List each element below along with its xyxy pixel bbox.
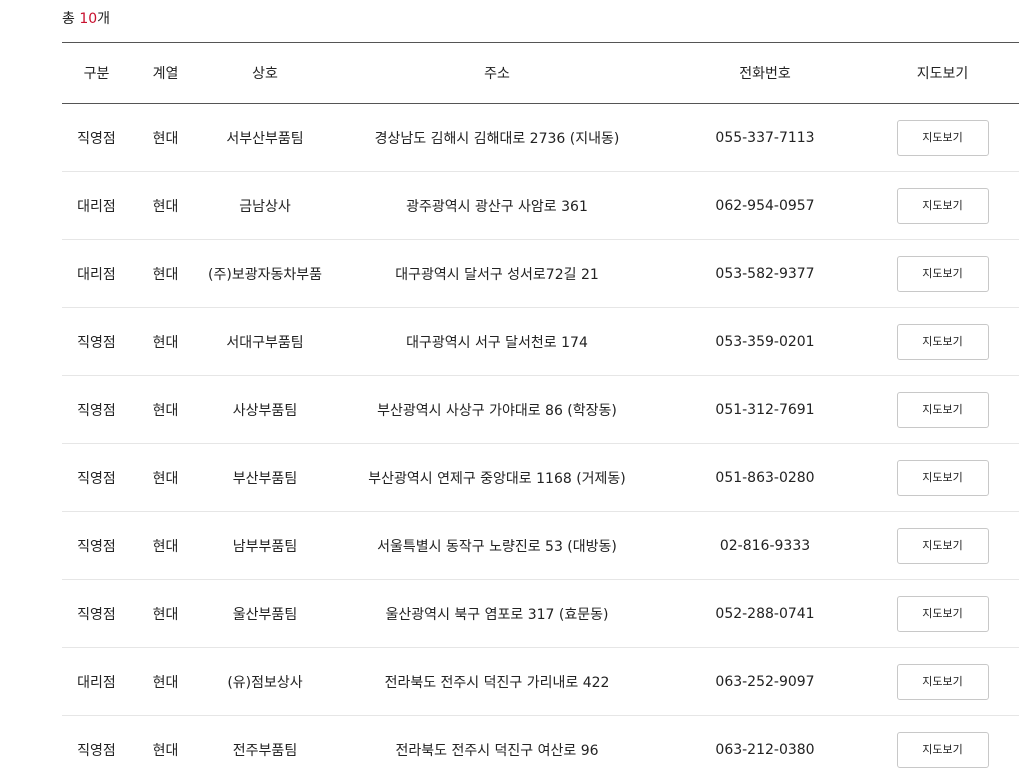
cell-phone: 053-582-9377 — [664, 239, 866, 308]
table-row: 대리점 현대 (주)보광자동차부품 대구광역시 달서구 성서로72길 21 053-58… — [62, 239, 1019, 308]
cell-name: 울산부품팀 — [200, 579, 330, 648]
cell-type: 직영점 — [62, 715, 131, 783]
header-address: 주소 — [330, 42, 664, 104]
result-count: 총 10개 — [62, 9, 110, 29]
table-row: 직영점 현대 사상부품팀 부산광역시 사상구 가야대로 86 (학장동) 051-312… — [62, 375, 1019, 444]
cell-address: 서울특별시 동작구 노량진로 53 (대방동) — [330, 511, 664, 580]
cell-phone: 051-312-7691 — [664, 375, 866, 444]
cell-map: 지도보기 — [866, 715, 1019, 783]
cell-type: 직영점 — [62, 443, 131, 512]
table-row: 직영점 현대 울산부품팀 울산광역시 북구 염포로 317 (효문동) 052-288-… — [62, 579, 1019, 648]
view-map-button[interactable]: 지도보기 — [896, 391, 989, 428]
cell-brand: 현대 — [131, 375, 200, 444]
header-brand: 계열 — [131, 42, 200, 104]
table-row: 직영점 현대 서부산부품팀 경상남도 김해시 김해대로 2736 (지내동) 055-3… — [62, 103, 1019, 172]
table-row: 대리점 현대 (유)점보상사 전라북도 전주시 덕진구 가리내로 422 063-252… — [62, 647, 1019, 716]
cell-brand: 현대 — [131, 307, 200, 376]
cell-phone: 051-863-0280 — [664, 443, 866, 512]
view-map-button[interactable]: 지도보기 — [896, 187, 989, 224]
cell-phone: 052-288-0741 — [664, 579, 866, 648]
cell-type: 직영점 — [62, 511, 131, 580]
view-map-button[interactable]: 지도보기 — [896, 527, 989, 564]
cell-type: 직영점 — [62, 579, 131, 648]
table-body: 직영점 현대 서부산부품팀 경상남도 김해시 김해대로 2736 (지내동) 055-3… — [62, 103, 1019, 783]
cell-map: 지도보기 — [866, 307, 1019, 376]
cell-map: 지도보기 — [866, 375, 1019, 444]
header-map: 지도보기 — [866, 42, 1019, 104]
view-map-button[interactable]: 지도보기 — [896, 731, 989, 768]
view-map-button[interactable]: 지도보기 — [896, 459, 989, 496]
cell-name: 전주부품팀 — [200, 715, 330, 783]
table-row: 대리점 현대 금남상사 광주광역시 광산구 사암로 361 062-954-0957 지도… — [62, 171, 1019, 240]
cell-map: 지도보기 — [866, 171, 1019, 240]
cell-address: 대구광역시 달서구 성서로72길 21 — [330, 239, 664, 308]
cell-brand: 현대 — [131, 443, 200, 512]
cell-phone: 063-212-0380 — [664, 715, 866, 783]
cell-brand: 현대 — [131, 579, 200, 648]
table-header-row: 구분 계열 상호 주소 전화번호 지도보기 — [62, 42, 1019, 104]
cell-name: 서부산부품팀 — [200, 103, 330, 172]
cell-address: 부산광역시 사상구 가야대로 86 (학장동) — [330, 375, 664, 444]
table-row: 직영점 현대 남부부품팀 서울특별시 동작구 노량진로 53 (대방동) 02-816-… — [62, 511, 1019, 580]
dealer-table-container: 구분 계열 상호 주소 전화번호 지도보기 직영점 현대 서부산부품팀 경상남도 김해… — [62, 42, 1019, 783]
cell-phone: 02-816-9333 — [664, 511, 866, 580]
cell-type: 대리점 — [62, 171, 131, 240]
cell-brand: 현대 — [131, 103, 200, 172]
cell-brand: 현대 — [131, 171, 200, 240]
cell-address: 전라북도 전주시 덕진구 가리내로 422 — [330, 647, 664, 716]
cell-map: 지도보기 — [866, 647, 1019, 716]
cell-address: 경상남도 김해시 김해대로 2736 (지내동) — [330, 103, 664, 172]
cell-type: 직영점 — [62, 375, 131, 444]
cell-name: (유)점보상사 — [200, 647, 330, 716]
header-type: 구분 — [62, 42, 131, 104]
cell-brand: 현대 — [131, 239, 200, 308]
table-row: 직영점 현대 부산부품팀 부산광역시 연제구 중앙대로 1168 (거제동) 051-8… — [62, 443, 1019, 512]
cell-map: 지도보기 — [866, 103, 1019, 172]
cell-phone: 063-252-9097 — [664, 647, 866, 716]
cell-name: (주)보광자동차부품 — [200, 239, 330, 308]
view-map-button[interactable]: 지도보기 — [896, 255, 989, 292]
header-phone: 전화번호 — [664, 42, 866, 104]
cell-brand: 현대 — [131, 647, 200, 716]
cell-address: 전라북도 전주시 덕진구 여산로 96 — [330, 715, 664, 783]
cell-address: 울산광역시 북구 염포로 317 (효문동) — [330, 579, 664, 648]
view-map-button[interactable]: 지도보기 — [896, 119, 989, 156]
cell-address: 광주광역시 광산구 사암로 361 — [330, 171, 664, 240]
cell-type: 대리점 — [62, 239, 131, 308]
header-name: 상호 — [200, 42, 330, 104]
cell-address: 대구광역시 서구 달서천로 174 — [330, 307, 664, 376]
table-header: 구분 계열 상호 주소 전화번호 지도보기 — [62, 42, 1019, 104]
view-map-button[interactable]: 지도보기 — [896, 663, 989, 700]
view-map-button[interactable]: 지도보기 — [896, 595, 989, 632]
cell-type: 직영점 — [62, 307, 131, 376]
cell-address: 부산광역시 연제구 중앙대로 1168 (거제동) — [330, 443, 664, 512]
cell-map: 지도보기 — [866, 443, 1019, 512]
table-row: 직영점 현대 서대구부품팀 대구광역시 서구 달서천로 174 053-359-0201… — [62, 307, 1019, 376]
cell-name: 남부부품팀 — [200, 511, 330, 580]
cell-type: 직영점 — [62, 103, 131, 172]
cell-name: 사상부품팀 — [200, 375, 330, 444]
cell-brand: 현대 — [131, 511, 200, 580]
cell-map: 지도보기 — [866, 511, 1019, 580]
cell-brand: 현대 — [131, 715, 200, 783]
cell-name: 금남상사 — [200, 171, 330, 240]
cell-phone: 055-337-7113 — [664, 103, 866, 172]
cell-name: 서대구부품팀 — [200, 307, 330, 376]
cell-map: 지도보기 — [866, 579, 1019, 648]
dealer-table: 구분 계열 상호 주소 전화번호 지도보기 직영점 현대 서부산부품팀 경상남도 김해… — [62, 42, 1019, 783]
table-row: 직영점 현대 전주부품팀 전라북도 전주시 덕진구 여산로 96 063-212-038… — [62, 715, 1019, 783]
result-count-prefix: 총 — [62, 11, 80, 27]
result-count-suffix: 개 — [97, 11, 111, 27]
cell-type: 대리점 — [62, 647, 131, 716]
result-count-number: 10 — [79, 11, 98, 27]
cell-phone: 062-954-0957 — [664, 171, 866, 240]
cell-map: 지도보기 — [866, 239, 1019, 308]
view-map-button[interactable]: 지도보기 — [896, 323, 989, 360]
cell-name: 부산부품팀 — [200, 443, 330, 512]
cell-phone: 053-359-0201 — [664, 307, 866, 376]
